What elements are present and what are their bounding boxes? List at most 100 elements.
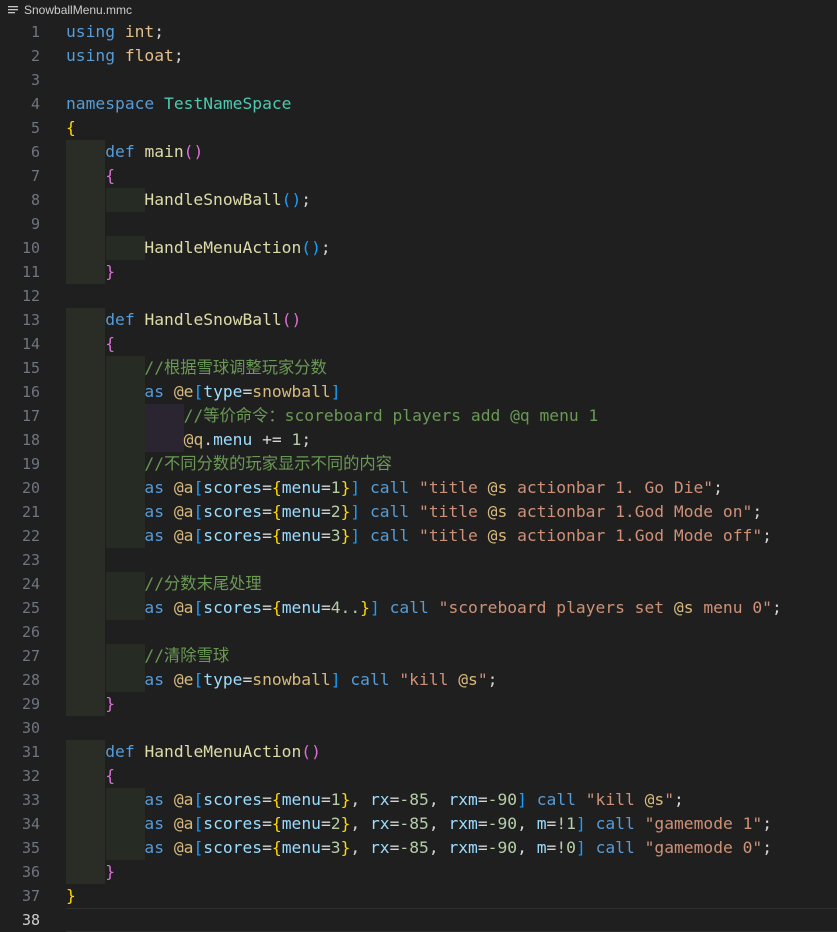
code-line[interactable]: 17 //等价命令：scoreboard players add @q menu… — [0, 404, 837, 428]
code-line[interactable]: 10 HandleMenuAction(); — [0, 236, 837, 260]
code-line[interactable]: 33 as @a[scores={menu=1}, rx=-85, rxm=-9… — [0, 788, 837, 812]
code-token: menu — [281, 598, 321, 617]
code-token: } — [340, 478, 351, 497]
code-token: { — [271, 598, 282, 617]
code-token: ] — [330, 670, 341, 689]
code-token: += — [252, 430, 292, 449]
code-editor[interactable]: 1 using int; 2 using float; 3 4 namespace Test… — [0, 20, 837, 932]
code-token: rxm — [448, 790, 478, 809]
code-token: () — [301, 742, 321, 761]
code-token: call — [350, 670, 390, 689]
code-token: , — [428, 814, 449, 833]
code-line[interactable]: 6 def main() — [0, 140, 837, 164]
code-token: [ — [193, 478, 204, 497]
code-token: menu — [281, 478, 321, 497]
code-token: () — [183, 142, 204, 161]
editor-tab[interactable]: SnowballMenu.mmc — [0, 0, 837, 20]
code-line[interactable]: 14 { — [0, 332, 837, 356]
code-token: = — [320, 838, 331, 857]
code-token: !1 — [556, 814, 576, 833]
code-token: { — [271, 502, 282, 521]
code-line[interactable]: 31 def HandleMenuAction() — [0, 740, 837, 764]
code-line[interactable]: 37} — [0, 884, 837, 908]
code-line[interactable]: 28 as @e[type=snowball] call "kill @s"; — [0, 668, 837, 692]
code-line[interactable]: 22 as @a[scores={menu=3}] call "title @s… — [0, 524, 837, 548]
code-line[interactable]: 24 //分数末尾处理 — [0, 572, 837, 596]
code-line[interactable]: 7 { — [0, 164, 837, 188]
code-token: ; — [487, 670, 498, 689]
code-line[interactable]: 23 — [0, 548, 837, 572]
code-token: @s — [487, 502, 508, 521]
code-line[interactable]: 9 — [0, 212, 837, 236]
current-line-highlight — [66, 908, 837, 932]
code-line[interactable]: 34 as @a[scores={menu=2}, rx=-85, rxm=-9… — [0, 812, 837, 836]
code-line[interactable]: 35 as @a[scores={menu=3}, rx=-85, rxm=-9… — [0, 836, 837, 860]
code-text: //不同分数的玩家显示不同的内容 — [66, 452, 392, 476]
code-line[interactable]: 16 as @e[type=snowball] — [0, 380, 837, 404]
code-token: () — [281, 190, 302, 209]
code-text: as @a[scores={menu=3}] call "title @s ac… — [66, 524, 772, 548]
code-line[interactable]: 27 //清除雪球 — [0, 644, 837, 668]
code-token: @a — [173, 478, 194, 497]
code-token: { — [271, 790, 282, 809]
code-token: } — [340, 526, 351, 545]
code-line[interactable]: 4 namespace TestNameSpace — [0, 92, 837, 116]
code-line[interactable]: 21 as @a[scores={menu=2}] call "title @s… — [0, 500, 837, 524]
code-token: = — [242, 382, 253, 401]
code-line[interactable]: 12 — [0, 284, 837, 308]
code-line[interactable]: 13 def HandleSnowBall() — [0, 308, 837, 332]
code-line[interactable]: 30 — [0, 716, 837, 740]
code-token: 3 — [330, 838, 341, 857]
code-token: [ — [193, 382, 204, 401]
code-token: HandleMenuAction — [144, 742, 302, 761]
code-line[interactable]: 3 — [0, 68, 837, 92]
code-token: ; — [320, 238, 331, 257]
code-token: HandleSnowBall — [144, 310, 282, 329]
code-line[interactable]: 25 as @a[scores={menu=4..}] call "scoreb… — [0, 596, 837, 620]
code-line[interactable]: 2 using float; — [0, 44, 837, 68]
code-line[interactable]: 15 //根据雪球调整玩家分数 — [0, 356, 837, 380]
code-token: 1 — [330, 478, 341, 497]
code-token: = — [320, 502, 331, 521]
code-token: scores — [203, 838, 263, 857]
code-line[interactable]: 5{ — [0, 116, 837, 140]
code-line[interactable]: 1 using int; — [0, 20, 837, 44]
code-token: -85 — [399, 814, 429, 833]
code-line[interactable]: 32 { — [0, 764, 837, 788]
code-line[interactable]: 8 HandleSnowBall(); — [0, 188, 837, 212]
code-line[interactable]: 26 — [0, 620, 837, 644]
code-token: ] — [575, 838, 586, 857]
code-line[interactable]: 38 — [0, 908, 837, 932]
code-token: ] — [575, 814, 586, 833]
code-token: @s — [458, 670, 478, 689]
code-line[interactable]: 18 @q.menu += 1; — [0, 428, 837, 452]
code-line[interactable]: 36 } — [0, 860, 837, 884]
code-token: = — [242, 670, 253, 689]
line-number: 7 — [30, 167, 40, 185]
line-number: 25 — [21, 599, 40, 617]
code-line[interactable]: 19 //不同分数的玩家显示不同的内容 — [0, 452, 837, 476]
code-token: { — [66, 118, 76, 137]
lines-file-icon — [6, 3, 20, 17]
code-line[interactable]: 11 } — [0, 260, 837, 284]
code-line[interactable]: 20 as @a[scores={menu=1}] call "title @s… — [0, 476, 837, 500]
code-token: menu — [281, 526, 321, 545]
code-line[interactable]: 29 } — [0, 692, 837, 716]
code-token: ; — [301, 190, 312, 209]
code-token: "title — [419, 526, 488, 545]
code-token: [ — [193, 838, 204, 857]
code-token: call — [595, 838, 635, 857]
